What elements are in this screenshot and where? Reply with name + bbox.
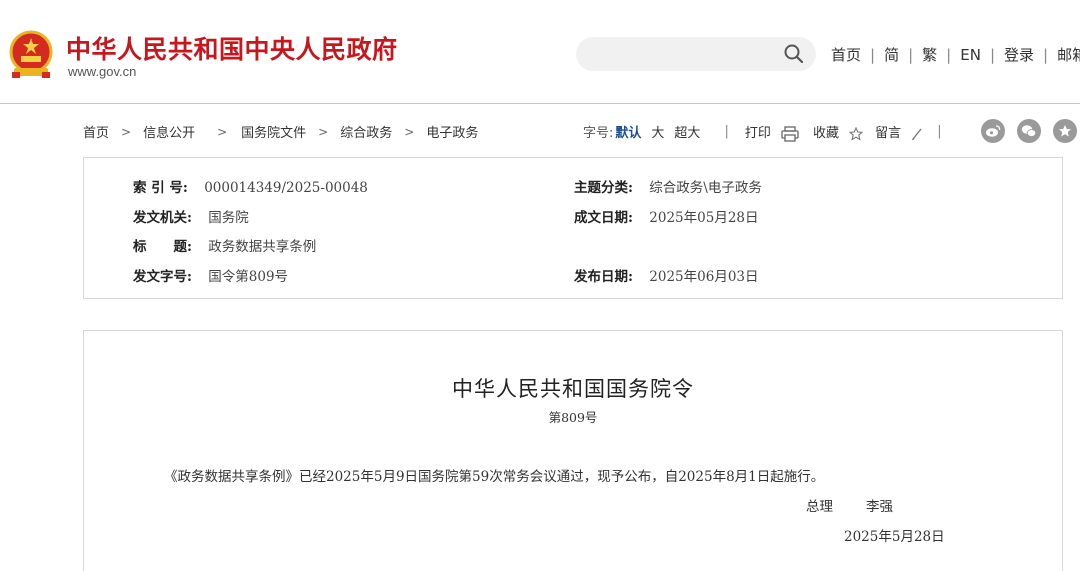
nav-mail[interactable]: 邮箱 [1057,44,1080,65]
signature-date: 2025年5月28日 [844,529,945,545]
document-title: 中华人民共和国国务院令 [452,377,694,401]
meta-date-written: 成文日期: 2025年05月28日 [574,206,759,226]
font-size-label: 字号: [583,126,614,142]
nav-separator: | [989,45,995,64]
page-tools: 字号: 默认 大 超大 | 打印 收藏 留言 | [583,122,942,142]
meta-index-number: 索 引 号: 000014349/2025-00048 [133,176,368,196]
nav-traditional[interactable]: 繁 [922,44,937,65]
meta-publish-date: 发布日期: 2025年06月03日 [574,265,759,285]
printer-icon [781,125,799,142]
nav-separator: | [870,45,876,64]
meta-key: 标 题: [133,239,192,255]
document-number: 第809号 [548,410,598,425]
breadcrumb-info-public[interactable]: 信息公开 [143,122,195,141]
signature-name: 李强 [866,499,893,515]
meta-value: 综合政务\电子政务 [649,180,762,196]
comment-button[interactable]: 留言 [875,122,923,141]
meta-topic: 主题分类: 综合政务\电子政务 [574,176,762,196]
meta-doc-number: 发文字号: 国令第809号 [133,265,288,285]
nav-separator: | [946,45,952,64]
font-size-default[interactable]: 默认 [615,122,641,141]
favorite-label: 收藏 [812,126,839,142]
nav-separator: | [1043,45,1049,64]
print-button[interactable]: 打印 [745,122,799,142]
signature-title: 总理 [806,499,833,515]
meta-value: 政务数据共享条例 [208,239,317,255]
chevron-right-icon: > [318,124,329,139]
meta-value: 国令第809号 [208,269,289,285]
wechat-icon[interactable] [1017,119,1041,143]
top-nav: 首页 | 简 | 繁 | EN | 登录 | 邮箱 [831,44,1080,65]
breadcrumb-state-council-docs[interactable]: 国务院文件 [241,122,306,141]
comment-label: 留言 [875,126,902,142]
print-label: 打印 [744,126,771,141]
nav-home[interactable]: 首页 [831,44,861,65]
chevron-right-icon: > [217,124,228,139]
divider: | [724,124,729,140]
meta-key: 发文机关: [133,210,192,226]
document-body: 《政务数据共享条例》已经2025年5月9日国务院第59次常务会议通过，现予公布，… [164,469,825,485]
site-domain: www.gov.cn [68,64,137,79]
star-outline-icon [849,126,864,141]
meta-issuer: 发文机关: 国务院 [133,206,249,226]
pencil-icon [912,128,922,141]
font-size-large[interactable]: 大 [651,122,664,141]
meta-key: 发布日期: [574,269,633,285]
nav-english[interactable]: EN [960,46,981,64]
nav-simplified[interactable]: 简 [884,44,899,65]
weibo-icon[interactable] [981,119,1005,143]
favorite-button[interactable]: 收藏 [812,122,864,142]
divider: | [937,124,942,140]
document-content: 中华人民共和国国务院令 第809号 《政务数据共享条例》已经2025年5月9日国… [83,330,1063,571]
nav-separator: | [908,45,914,64]
meta-value: 国务院 [208,210,249,226]
font-size-xlarge[interactable]: 超大 [674,122,700,141]
share-buttons [969,119,1077,143]
breadcrumb: 首页 > 信息公开 > 国务院文件 > 综合政务 > 电子政务 [83,122,478,142]
meta-title: 标 题: 政务数据共享条例 [133,235,316,255]
search-icon[interactable] [783,43,805,65]
site-title[interactable]: 中华人民共和国中央人民政府 [66,30,398,66]
chevron-right-icon: > [121,124,132,139]
star-icon[interactable] [1053,119,1077,143]
meta-key: 索 引 号: [133,180,188,196]
site-header: 中华人民共和国中央人民政府 www.gov.cn 首页 | 简 | 繁 | EN… [0,0,1080,104]
meta-key: 成文日期: [574,210,633,226]
breadcrumb-toolbar: 首页 > 信息公开 > 国务院文件 > 综合政务 > 电子政务 字号: 默认 大… [83,119,1077,143]
breadcrumb-general-affairs[interactable]: 综合政务 [340,122,392,141]
meta-key: 主题分类: [574,180,633,196]
meta-key: 发文字号: [133,269,192,285]
chevron-right-icon: > [404,124,415,139]
breadcrumb-e-government[interactable]: 电子政务 [426,122,478,141]
meta-value: 2025年05月28日 [649,210,759,226]
meta-value: 2025年06月03日 [649,269,759,285]
nav-login[interactable]: 登录 [1004,44,1034,65]
breadcrumb-home[interactable]: 首页 [83,122,109,141]
meta-value: 000014349/2025-00048 [204,180,368,196]
national-emblem-icon[interactable] [8,30,54,80]
search-input[interactable] [576,37,816,71]
document-meta-box: 索 引 号: 000014349/2025-00048 主题分类: 综合政务\电… [83,157,1063,299]
